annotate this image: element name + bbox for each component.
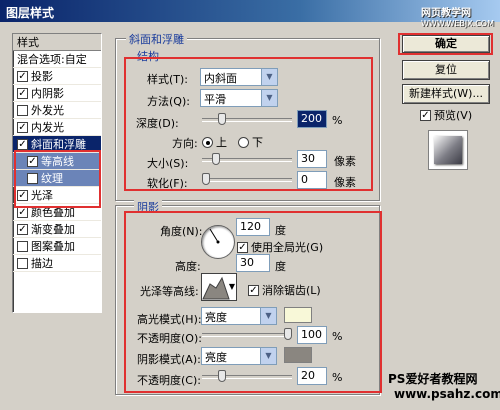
shadow-opacity-unit: %: [332, 371, 343, 384]
size-input[interactable]: 30: [297, 150, 327, 168]
size-slider-thumb[interactable]: [212, 153, 220, 165]
sidebar-item-styles[interactable]: 样式: [13, 34, 101, 51]
chevron-down-icon: ▼: [260, 308, 276, 324]
soften-slider-thumb[interactable]: [202, 173, 210, 185]
gloss-contour-label: 光泽等高线:: [140, 285, 199, 298]
gradient-overlay-checkbox[interactable]: ✓: [17, 223, 28, 235]
altitude-unit: 度: [275, 260, 286, 273]
shadow-color-swatch[interactable]: [284, 347, 312, 363]
angle-unit: 度: [275, 224, 286, 237]
outer-glow-checkbox[interactable]: [17, 104, 28, 116]
soften-input[interactable]: 0: [297, 171, 327, 189]
shadow-mode-label: 阴影模式(A):: [137, 353, 201, 366]
soften-unit: 像素: [334, 176, 356, 189]
angle-dial-needle-icon: [209, 228, 220, 244]
check-icon: ✓: [248, 284, 259, 296]
inner-shadow-checkbox[interactable]: ✓: [17, 87, 28, 99]
stroke-checkbox[interactable]: [17, 257, 28, 269]
depth-label: 深度(D):: [136, 117, 179, 130]
direction-up-radio[interactable]: 上: [202, 134, 227, 150]
highlight-mode-select[interactable]: 亮度 ▼: [201, 307, 277, 325]
sidebar-highlight-box: [14, 150, 101, 208]
bevel-method-select[interactable]: 平滑 ▼: [200, 89, 278, 107]
depth-unit: %: [332, 114, 343, 127]
style-preview-thumbnail: [428, 130, 468, 170]
depth-slider[interactable]: [202, 118, 292, 122]
sidebar-item-pattern-overlay[interactable]: 图案叠加: [13, 238, 101, 255]
radio-off-icon: [238, 136, 249, 148]
highlight-opacity-unit: %: [332, 330, 343, 343]
window-title: 图层样式: [6, 6, 55, 20]
angle-dial[interactable]: [201, 225, 235, 259]
preview-swatch: [434, 136, 462, 164]
chevron-down-icon: ▼: [261, 90, 277, 106]
bevel-emboss-title: 斜面和浮雕: [126, 31, 187, 47]
sidebar-item-drop-shadow[interactable]: ✓ 投影: [13, 68, 101, 85]
sidebar-item-stroke[interactable]: 描边: [13, 255, 101, 272]
style-label: 样式(T):: [147, 73, 189, 86]
method-label: 方法(Q):: [147, 95, 190, 108]
watermark-top: 网页教学网 WWW.WEBJX.COM: [421, 8, 494, 28]
soften-slider[interactable]: [202, 178, 292, 182]
drop-shadow-checkbox[interactable]: ✓: [17, 70, 28, 82]
global-light-checkbox[interactable]: ✓ 使用全局光(G): [237, 239, 323, 255]
shadow-opacity-input[interactable]: 20: [297, 367, 327, 385]
pattern-overlay-checkbox[interactable]: [17, 240, 28, 252]
color-overlay-checkbox[interactable]: ✓: [17, 206, 28, 218]
angle-label: 角度(N):: [160, 225, 203, 238]
sidebar-item-blending-options[interactable]: 混合选项:自定: [13, 51, 101, 68]
check-icon: ✓: [237, 241, 248, 253]
new-style-button[interactable]: 新建样式(W)...: [402, 84, 490, 104]
bevel-style-select[interactable]: 内斜面 ▼: [200, 68, 278, 86]
ok-button[interactable]: 确定: [402, 35, 490, 53]
inner-glow-checkbox[interactable]: ✓: [17, 121, 28, 133]
altitude-input[interactable]: 30: [236, 254, 270, 272]
radio-on-icon: [202, 136, 213, 148]
depth-slider-thumb[interactable]: [218, 113, 226, 125]
direction-down-radio[interactable]: 下: [238, 134, 263, 150]
highlight-mode-label: 高光模式(H):: [137, 313, 202, 326]
sidebar-item-inner-shadow[interactable]: ✓ 内阴影: [13, 85, 101, 102]
sidebar-item-gradient-overlay[interactable]: ✓ 渐变叠加: [13, 221, 101, 238]
depth-input[interactable]: 200: [297, 110, 327, 128]
antialias-checkbox[interactable]: ✓ 消除锯齿(L): [248, 282, 321, 298]
highlight-color-swatch[interactable]: [284, 307, 312, 323]
size-unit: 像素: [334, 155, 356, 168]
shadow-opacity-slider-thumb[interactable]: [218, 370, 226, 382]
shadow-mode-select[interactable]: 亮度 ▼: [201, 347, 277, 365]
highlight-opacity-slider[interactable]: [202, 333, 292, 337]
bevel-emboss-checkbox[interactable]: ✓: [17, 138, 28, 150]
footer-watermark: PS爱好者教程网 www.psahz.com: [388, 372, 500, 401]
reset-button[interactable]: 复位: [402, 60, 490, 80]
preview-checkbox[interactable]: ✓ 预览(V): [420, 107, 472, 123]
sidebar-item-inner-glow[interactable]: ✓ 内发光: [13, 119, 101, 136]
gloss-contour-picker[interactable]: ▼: [201, 273, 237, 301]
check-icon: ✓: [420, 109, 431, 121]
shadow-opacity-slider[interactable]: [202, 375, 292, 379]
size-label: 大小(S):: [147, 157, 189, 170]
soften-label: 软化(F):: [147, 177, 188, 190]
highlight-opacity-label: 不透明度(O):: [137, 332, 202, 345]
highlight-opacity-slider-thumb[interactable]: [284, 328, 292, 340]
sidebar-item-outer-glow[interactable]: 外发光: [13, 102, 101, 119]
direction-label: 方向:: [172, 137, 198, 150]
highlight-opacity-input[interactable]: 100: [297, 326, 327, 344]
chevron-down-icon: ▼: [261, 69, 277, 85]
chevron-down-icon: ▼: [260, 348, 276, 364]
shadow-opacity-label: 不透明度(C):: [137, 374, 201, 387]
altitude-label: 高度:: [175, 260, 201, 273]
contour-curve-icon: [202, 276, 230, 300]
chevron-down-icon: ▼: [228, 282, 235, 291]
angle-input[interactable]: 120: [236, 218, 270, 236]
